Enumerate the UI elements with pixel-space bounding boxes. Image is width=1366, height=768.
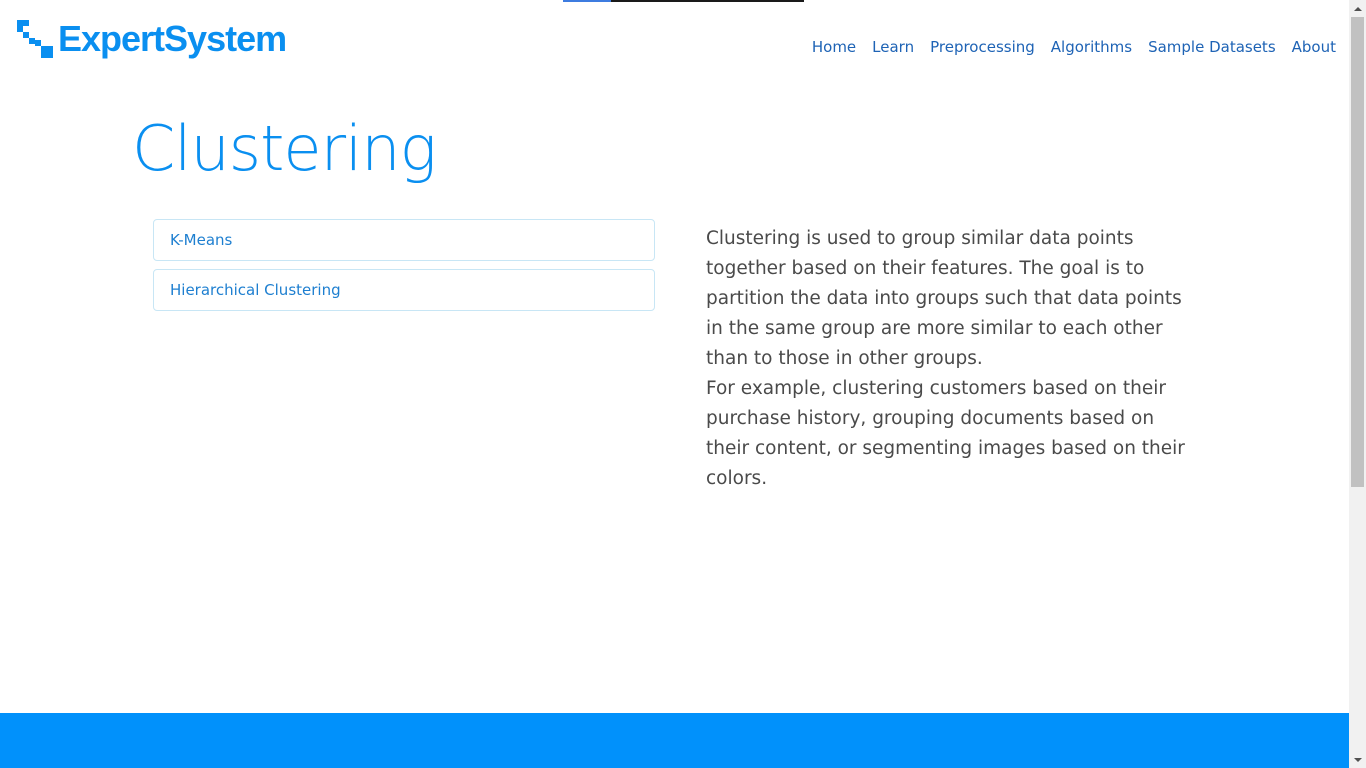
scroll-up-button[interactable] [1349,0,1366,17]
algorithm-list: K-Means Hierarchical Clustering [153,219,655,319]
list-item-hierarchical-clustering[interactable]: Hierarchical Clustering [153,269,655,311]
nav-learn[interactable]: Learn [872,37,914,57]
nav-about[interactable]: About [1292,37,1336,57]
clustering-description: Clustering is used to group similar data… [706,224,1201,494]
page-load-progress-fill [563,0,611,2]
scroll-down-button[interactable] [1349,751,1366,768]
vertical-scrollbar[interactable] [1349,0,1366,768]
nav-algorithms[interactable]: Algorithms [1051,37,1132,57]
main-nav: Home Learn Preprocessing Algorithms Samp… [796,37,1336,57]
page-title: Clustering [132,112,437,185]
scrollbar-thumb[interactable] [1351,17,1364,487]
brand-name: ExpertSystem [58,18,287,59]
list-item-k-means[interactable]: K-Means [153,219,655,261]
chevron-up-icon [1353,6,1362,11]
page-load-progress-bar [563,0,804,2]
nav-preprocessing[interactable]: Preprocessing [930,37,1035,57]
expert-system-logo-icon [17,20,53,58]
page: ExpertSystem Home Learn Preprocessing Al… [0,0,1349,768]
brand-logo[interactable]: ExpertSystem [16,18,287,60]
chevron-down-icon [1353,757,1362,762]
nav-home[interactable]: Home [812,37,856,57]
footer-bar [0,713,1349,768]
description-paragraph-2: For example, clustering customers based … [706,378,1185,489]
nav-sample-datasets[interactable]: Sample Datasets [1148,37,1276,57]
description-paragraph-1: Clustering is used to group similar data… [706,228,1182,369]
